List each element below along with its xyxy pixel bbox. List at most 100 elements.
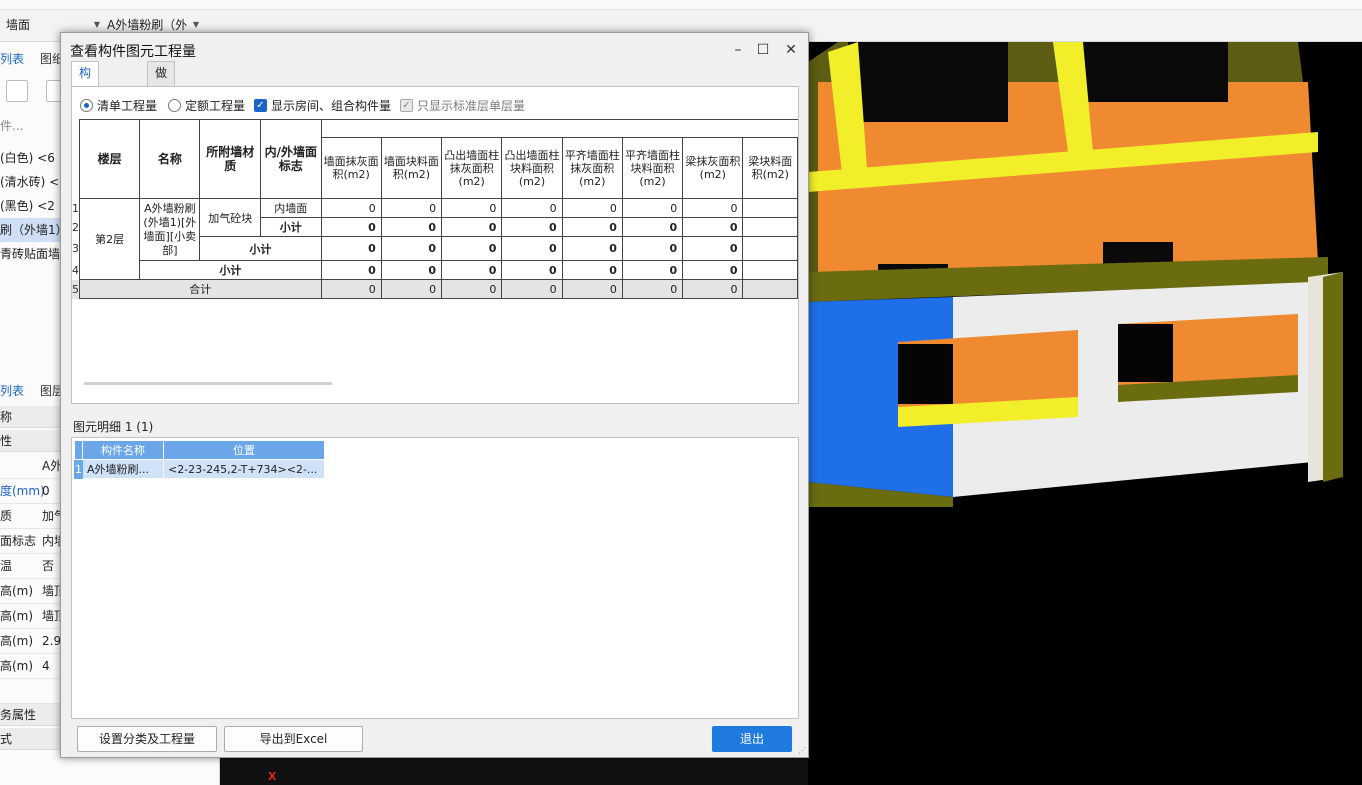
bill-quantity-radio[interactable]: 清单工程量 xyxy=(80,97,164,115)
header-flush-plaster: 平齐墙面柱抹灰面积(m2) xyxy=(561,137,623,199)
property-value[interactable]: 0 xyxy=(42,479,50,504)
header-protruding-plaster: 凸出墙面柱抹灰面积(m2) xyxy=(441,137,503,199)
building-model-render xyxy=(808,42,1343,507)
cell-value: 0 xyxy=(501,260,563,280)
row-number: 2 xyxy=(72,217,80,237)
cell-floor: 第2层 xyxy=(78,198,141,280)
property-key: 高(m) xyxy=(0,659,34,673)
property-key: 面标志 xyxy=(0,534,37,548)
header-component-name: 构件名称 xyxy=(82,440,164,460)
exit-button[interactable]: 退出 xyxy=(712,726,792,752)
ribbon-strip xyxy=(0,0,1362,10)
standard-floor-checkbox[interactable]: ✓ 只显示标准层单层量 xyxy=(400,97,540,115)
quantity-table: 楼层 名称 所附墙材质 内/外墙面标志 墙面抹灰面积(m2) 墙面块料面积(m2… xyxy=(72,119,798,301)
cell-value: 0 xyxy=(561,217,623,237)
property-value[interactable]: 2.9 xyxy=(42,629,61,654)
header-wall-plaster: 墙面抹灰面积(m2) xyxy=(320,137,382,199)
cell-value: 0 xyxy=(441,260,503,280)
tab-component-list[interactable]: 列表 xyxy=(0,50,24,67)
checkbox-checked-icon: ✓ xyxy=(254,99,267,112)
header-material: 所附墙材质 xyxy=(199,119,262,199)
cell-value: 0 xyxy=(561,198,623,218)
viewport-lower-strip xyxy=(220,757,810,785)
row-number: 4 xyxy=(72,260,80,280)
cell-value: 0 xyxy=(380,217,443,237)
row-number: 5 xyxy=(72,279,80,299)
tab-component-quantity[interactable]: 构件工程量 xyxy=(71,61,100,172)
display-style-label: 式 xyxy=(0,732,13,746)
property-value[interactable]: 否 xyxy=(42,554,54,579)
axis-x-label: X xyxy=(268,770,277,783)
cell-component-name: A外墙粉刷... xyxy=(82,459,164,479)
business-property-label: 务属性 xyxy=(0,708,37,722)
standard-floor-label: 只显示标准层单层量 xyxy=(417,99,526,113)
header-floor: 楼层 xyxy=(78,119,141,199)
property-key: 温 xyxy=(0,559,13,573)
cell-value: 0 xyxy=(621,260,684,280)
show-room-checkbox[interactable]: ✓ 显示房间、组合构件量 xyxy=(254,97,394,115)
maximize-icon[interactable]: ☐ xyxy=(752,39,774,61)
close-icon[interactable]: ✕ xyxy=(780,39,802,61)
property-value[interactable]: 4 xyxy=(42,654,50,679)
cell-total: 合计 xyxy=(79,279,322,299)
property-key: 高(m) xyxy=(0,584,34,598)
row-number: 3 xyxy=(72,236,80,261)
property-section-label: 性 xyxy=(0,434,13,448)
export-excel-button[interactable]: 导出到Excel xyxy=(224,726,363,752)
cell-value: 0 xyxy=(441,198,503,218)
header-name: 名称 xyxy=(139,119,201,199)
cell-subtotal: 小计 xyxy=(139,260,322,280)
cell-value: 0 xyxy=(320,236,382,261)
3d-viewport[interactable] xyxy=(808,42,1362,785)
table-row[interactable]: 1 第2层 A外墙粉刷(外墙1)[外墙面][小卖部] 加气砼块 内墙面 0 0 … xyxy=(72,198,798,280)
cell-value: 0 xyxy=(501,236,563,261)
cell-value xyxy=(742,236,798,261)
checkbox-disabled-icon: ✓ xyxy=(400,99,413,112)
table-row[interactable]: 1 A外墙粉刷... <2-23-245,2-T+734><2-... xyxy=(74,459,325,479)
property-name-label: 称 xyxy=(0,410,13,424)
copy-icon[interactable] xyxy=(6,80,28,102)
property-key: 高(m) xyxy=(0,609,34,623)
cell-value: 0 xyxy=(621,236,684,261)
tab-property-list[interactable]: 列表 xyxy=(0,382,24,399)
cell-value: 0 xyxy=(561,260,623,280)
element-detail-table: 构件名称 位置 1 A外墙粉刷... <2-23-245,2-T+734><2-… xyxy=(74,440,325,479)
header-position: 位置 xyxy=(163,440,325,460)
property-key: 质 xyxy=(0,509,13,523)
cell-value: 0 xyxy=(682,236,744,261)
property-key: 高(m) xyxy=(0,634,34,648)
header-beam-plaster: 梁抹灰面积(m2) xyxy=(682,137,744,199)
header-inner-outer: 内/外墙面标志 xyxy=(260,119,322,199)
cell-value: 0 xyxy=(380,236,443,261)
header-protruding-tile: 凸出墙面柱块料面积(m2) xyxy=(501,137,563,199)
quantity-dialog: 查看构件图元工程量 – ☐ ✕ 构件工程量 做法工程量 清单工程量 定额工程量 … xyxy=(60,32,809,758)
settings-button[interactable]: 设置分类及工程量 xyxy=(77,726,217,752)
resize-grip-icon[interactable]: ⋰ xyxy=(798,746,806,755)
property-key: 度(mm) xyxy=(0,484,45,498)
radio-selected-icon xyxy=(80,99,93,112)
cell-value: 0 xyxy=(561,236,623,261)
horizontal-scrollbar[interactable] xyxy=(84,382,332,385)
header-wall-tile: 墙面块料面积(m2) xyxy=(380,137,443,199)
cell-value: 0 xyxy=(441,217,503,237)
table-row[interactable]: 4 小计 0 0 0 0 0 0 0 xyxy=(72,260,798,280)
cell-value: 0 xyxy=(682,260,744,280)
cell-value: 0 xyxy=(501,198,563,218)
cell-value: 0 xyxy=(441,236,503,261)
cell-value: 0 xyxy=(320,217,382,237)
cell-value: 0 xyxy=(320,279,382,299)
cell-value: 0 xyxy=(621,279,684,299)
bill-quantity-label: 清单工程量 xyxy=(97,99,158,113)
tab-method-quantity[interactable]: 做法工程量 xyxy=(147,61,176,172)
quantity-panel: 清单工程量 定额工程量 ✓ 显示房间、组合构件量 ✓ 只显示标准层单层量 楼层 … xyxy=(71,86,799,404)
category-dropdown-value: 墙面 xyxy=(6,18,31,32)
element-detail-panel: 构件名称 位置 1 A外墙粉刷... <2-23-245,2-T+734><2-… xyxy=(71,437,799,719)
minimize-icon[interactable]: – xyxy=(727,39,749,61)
cell-value: 0 xyxy=(380,260,443,280)
cell-value: 0 xyxy=(682,217,744,237)
cell-value: 0 xyxy=(682,198,744,218)
cell-name: A外墙粉刷(外墙1)[外墙面][小卖部] xyxy=(139,198,201,261)
table-row-total[interactable]: 5 合计 0 0 0 0 0 0 0 xyxy=(72,279,798,299)
header-group xyxy=(320,119,798,138)
quota-quantity-radio[interactable]: 定额工程量 xyxy=(168,97,252,115)
